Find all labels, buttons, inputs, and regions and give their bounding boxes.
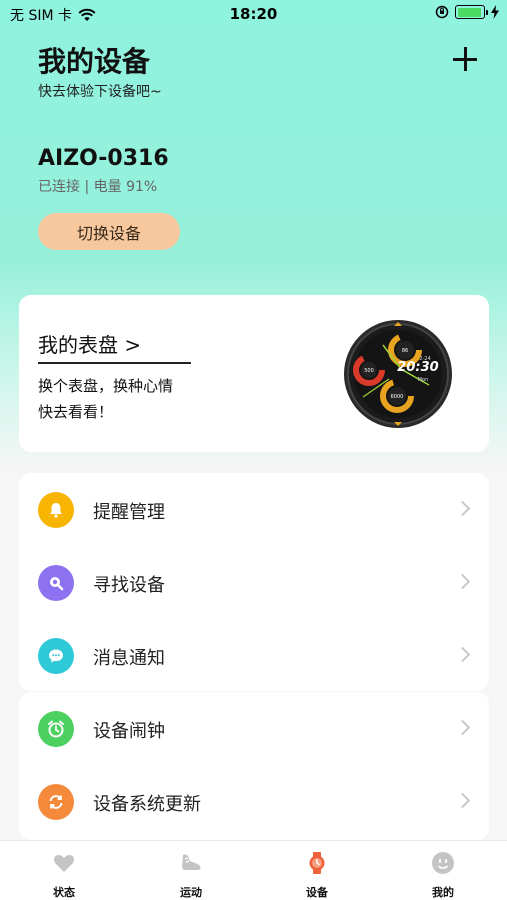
battery-level-fill (457, 7, 481, 17)
alarm-clock-icon (38, 711, 74, 747)
switch-device-button[interactable]: 切换设备 (38, 213, 180, 250)
page-title: 我的设备 (38, 45, 151, 78)
watch-day: Mon (418, 377, 429, 383)
switch-device-label: 切换设备 (76, 223, 141, 243)
watch-face-description: 换个表盘，换种心情 快去看看！ (38, 373, 173, 425)
menu-label-find-device: 寻找设备 (93, 575, 165, 596)
status-bar: 无 SIM 卡 18:20 (0, 0, 507, 28)
menu-item-find-device[interactable]: 寻找设备 (19, 546, 489, 619)
page-subtitle: 快去体验下设备吧~ (38, 84, 162, 100)
shoe-icon (182, 854, 201, 870)
chevron-right-icon (454, 792, 471, 809)
bell-icon (38, 492, 74, 528)
tab-label-mine: 我的 (432, 886, 454, 899)
watch-hr: 86 (402, 348, 408, 354)
tab-status[interactable]: 状态 (14, 841, 114, 900)
chevron-right-icon (454, 719, 471, 736)
chevron-right-icon (454, 646, 471, 663)
watch-steps: 6000 (391, 394, 404, 400)
orientation-lock-icon (435, 5, 449, 19)
tab-label-device: 设备 (306, 886, 328, 899)
title-underline (38, 362, 191, 364)
tab-label-status: 状态 (53, 886, 75, 899)
menu-label-reminders: 提醒管理 (93, 502, 165, 523)
heart-icon (53, 855, 75, 872)
tab-mine[interactable]: 我的 (393, 841, 493, 900)
battery-icon (455, 5, 488, 19)
status-time: 18:20 (229, 5, 278, 23)
watch-date: 2-24 (419, 356, 430, 362)
settings-group-2: 设备闹钟 设备系统更新 (19, 692, 489, 840)
watch-face-preview[interactable]: 86 500 6000 20:30 2-24 Mon (343, 319, 453, 429)
desc-line-1: 换个表盘，换种心情 (38, 377, 174, 395)
menu-item-alarm[interactable]: 设备闹钟 (19, 692, 489, 765)
menu-item-system-update[interactable]: 设备系统更新 (19, 765, 489, 838)
watch-time: 20:30 (397, 360, 438, 375)
refresh-icon (38, 784, 74, 820)
watch-face-title[interactable]: 我的表盘 > (38, 329, 141, 358)
tab-sport[interactable]: 运动 (141, 841, 241, 900)
battery-tip (486, 10, 488, 15)
menu-item-reminders[interactable]: 提醒管理 (19, 473, 489, 546)
watch-icon (309, 852, 325, 874)
search-icon (38, 565, 74, 601)
watch-face-card[interactable]: 我的表盘 > 换个表盘，换种心情 快去看看！ 86 500 6000 20:30… (19, 295, 489, 452)
watch-cal: 500 (364, 368, 374, 374)
charging-bolt-icon (491, 5, 499, 19)
menu-label-system-update: 设备系统更新 (93, 794, 201, 815)
device-status: 已连接 | 电量 91% (38, 179, 158, 195)
chevron-right-icon (454, 500, 471, 517)
status-right (435, 5, 499, 19)
message-icon (38, 638, 74, 674)
desc-line-2: 快去看看！ (38, 403, 114, 421)
bottom-tab-bar: 状态 运动 设备 我的 (0, 840, 507, 900)
tab-label-sport: 运动 (180, 886, 202, 899)
menu-item-notifications[interactable]: 消息通知 (19, 619, 489, 692)
tab-device[interactable]: 设备 (267, 841, 367, 900)
menu-label-notifications: 消息通知 (93, 648, 165, 669)
settings-group-1: 提醒管理 寻找设备 消息通知 (19, 473, 489, 691)
face-icon (432, 852, 454, 874)
device-name: AIZO-0316 (38, 146, 169, 171)
chevron-right-icon (454, 573, 471, 590)
menu-label-alarm: 设备闹钟 (93, 721, 165, 742)
add-device-button[interactable] (451, 45, 479, 73)
